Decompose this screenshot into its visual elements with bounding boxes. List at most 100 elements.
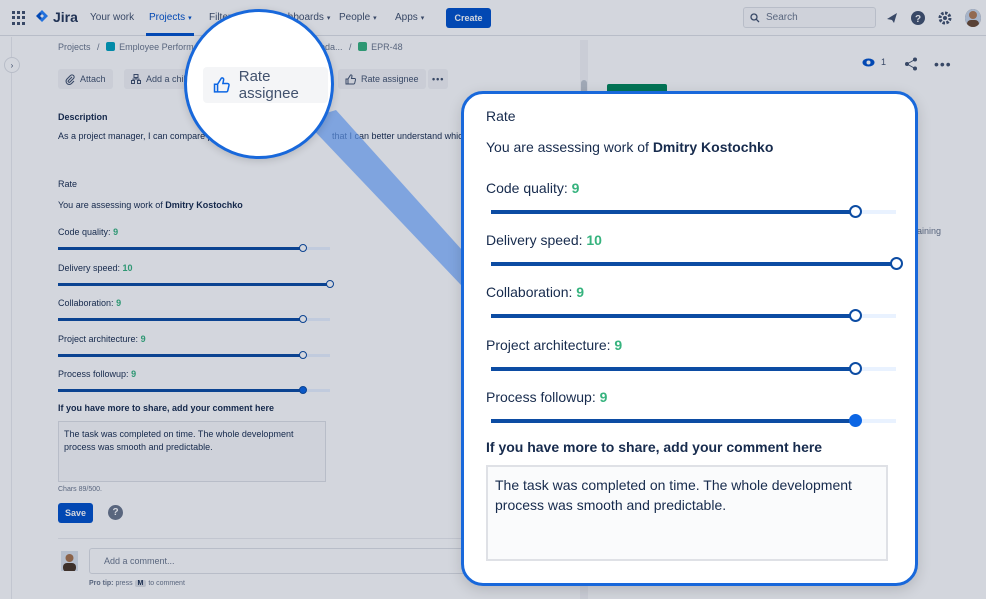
collaboration-label: Collaboration: 9 xyxy=(58,298,121,308)
help-icon[interactable]: ? xyxy=(910,10,926,26)
collaboration-score: 9 xyxy=(116,298,122,308)
sidebar-edge xyxy=(11,37,12,599)
app-switcher-icon[interactable] xyxy=(12,11,26,25)
nav-people[interactable]: People ▾ xyxy=(339,12,377,23)
process-followup-slider-thumb[interactable] xyxy=(298,386,307,394)
process-followup-slider[interactable] xyxy=(58,386,330,394)
delivery-speed-slider-thumb[interactable] xyxy=(326,279,334,288)
story-icon xyxy=(358,42,368,51)
process-followup-slider-thumb-zoomed[interactable] xyxy=(849,413,862,427)
collaboration-label-zoomed: Collaboration: 9 xyxy=(486,284,584,300)
collaboration-score-zoomed: 9 xyxy=(576,284,585,301)
rate-assignee-button-zoomed[interactable]: Rate assignee xyxy=(203,67,328,103)
search-placeholder: Search xyxy=(766,12,798,23)
breadcrumb-issue-key: EPR-48 xyxy=(371,42,403,52)
delivery-speed-slider-zoomed[interactable] xyxy=(491,257,903,271)
comment-textarea[interactable]: The task was completed on time. The whol… xyxy=(58,421,326,482)
hierarchy-icon xyxy=(131,74,141,84)
save-button[interactable]: Save xyxy=(58,503,93,523)
breadcrumb-project[interactable]: Employee Performa xyxy=(106,42,203,52)
keyboard-key: M xyxy=(134,580,147,587)
collaboration-slider-thumb-zoomed[interactable] xyxy=(849,309,862,323)
collaboration-slider-zoomed[interactable] xyxy=(491,309,896,323)
project-architecture-slider-thumb-zoomed[interactable] xyxy=(849,361,862,375)
collaboration-slider-fill-zoomed xyxy=(491,314,856,319)
breadcrumb-separator: / xyxy=(97,42,100,52)
code-quality-score: 9 xyxy=(113,227,119,237)
expand-sidebar-icon[interactable]: › xyxy=(4,57,20,73)
pro-tip-label: Pro tip: xyxy=(89,580,114,587)
assessing-prefix: You are assessing work of xyxy=(58,200,163,210)
code-quality-slider-zoomed[interactable] xyxy=(491,205,896,218)
project-architecture-slider-fill-zoomed xyxy=(491,366,856,371)
code-quality-label-zoomed: Code quality: 9 xyxy=(486,180,579,196)
chevron-down-icon: ▾ xyxy=(373,15,377,22)
chevron-down-icon: ▾ xyxy=(188,15,192,22)
nav-people-label: People xyxy=(339,12,371,23)
delivery-speed-slider[interactable] xyxy=(58,279,334,288)
breadcrumb-tail: oda... / EPR-48 xyxy=(320,42,411,52)
char-counter: Chars 89/500. xyxy=(58,486,102,493)
assessing-text: You are assessing work of Dmitry Kostoch… xyxy=(58,200,243,210)
breadcrumb-separator: / xyxy=(349,42,352,52)
project-architecture-slider-thumb[interactable] xyxy=(298,350,307,359)
share-icon[interactable] xyxy=(904,57,918,71)
collaboration-slider-thumb[interactable] xyxy=(298,315,307,323)
process-followup-label: Process followup: 9 xyxy=(58,369,136,379)
collaboration-text-zoomed: Collaboration: xyxy=(486,284,573,301)
thumbs-up-icon xyxy=(345,73,356,84)
more-icon[interactable]: ••• xyxy=(934,56,952,72)
attach-button[interactable]: Attach xyxy=(58,69,113,89)
process-followup-slider-zoomed[interactable] xyxy=(491,413,896,427)
code-quality-slider-fill-zoomed xyxy=(491,210,856,214)
collaboration-slider-fill xyxy=(58,318,303,321)
breadcrumb-projects[interactable]: Projects xyxy=(58,42,91,52)
description-text-continued: that I can better understand which t xyxy=(332,131,473,141)
settings-gear-icon[interactable] xyxy=(937,10,953,26)
help-icon[interactable]: ? xyxy=(108,505,123,520)
thumbs-up-icon xyxy=(213,77,230,93)
rate-assignee-button[interactable]: Rate assignee xyxy=(338,69,426,89)
nav-projects[interactable]: Projects ▾ xyxy=(149,12,192,23)
project-architecture-slider-zoomed[interactable] xyxy=(491,361,896,375)
create-button[interactable]: Create xyxy=(446,8,491,28)
code-quality-slider-thumb[interactable] xyxy=(298,244,307,252)
description-heading: Description xyxy=(58,112,108,122)
project-architecture-text: Project architecture: xyxy=(58,333,139,344)
code-quality-label: Code quality: 9 xyxy=(58,227,118,237)
jira-logo[interactable]: Jira xyxy=(35,9,78,25)
delivery-speed-score: 10 xyxy=(122,262,133,273)
notifications-icon[interactable] xyxy=(884,10,900,26)
product-name: Jira xyxy=(53,9,78,25)
project-architecture-score-zoomed: 9 xyxy=(614,336,623,353)
user-avatar[interactable] xyxy=(965,9,981,27)
code-quality-score-zoomed: 9 xyxy=(571,180,580,196)
watch-button[interactable]: 1 xyxy=(862,57,886,67)
active-nav-indicator xyxy=(146,33,194,36)
attach-label: Attach xyxy=(80,74,106,84)
nav-apps[interactable]: Apps ▾ xyxy=(395,12,424,23)
search-input[interactable]: Search xyxy=(743,7,876,28)
project-architecture-text-zoomed: Project architecture: xyxy=(486,336,611,353)
code-quality-slider[interactable] xyxy=(58,244,330,252)
chevron-down-icon: ▾ xyxy=(326,15,331,22)
top-navigation: Jira Your work Projects▾ Filters▾ Dashbo… xyxy=(0,0,986,36)
code-quality-text-zoomed: Code quality: xyxy=(486,180,568,196)
delivery-speed-slider-fill-zoomed xyxy=(491,262,896,267)
code-quality-slider-thumb-zoomed[interactable] xyxy=(849,205,862,218)
watchers-count: 1 xyxy=(881,57,887,67)
project-architecture-slider[interactable] xyxy=(58,350,330,359)
more-actions-icon[interactable]: ••• xyxy=(428,69,449,89)
project-architecture-score: 9 xyxy=(140,333,146,344)
commenter-avatar xyxy=(61,551,78,572)
rate-assignee-label-zoomed: Rate assignee xyxy=(238,68,299,102)
comment-textarea-zoomed[interactable]: The task was completed on time. The whol… xyxy=(486,465,888,561)
collaboration-slider[interactable] xyxy=(58,315,330,323)
delivery-speed-slider-thumb-zoomed[interactable] xyxy=(889,257,903,271)
delivery-speed-slider-fill xyxy=(58,282,330,286)
breadcrumb-issue[interactable]: EPR-48 xyxy=(358,42,407,52)
project-architecture-label: Project architecture: 9 xyxy=(58,334,146,344)
process-followup-text: Process followup: xyxy=(58,369,129,379)
nav-your-work[interactable]: Your work xyxy=(90,12,134,23)
rate-heading-zoomed: Rate xyxy=(486,108,516,124)
